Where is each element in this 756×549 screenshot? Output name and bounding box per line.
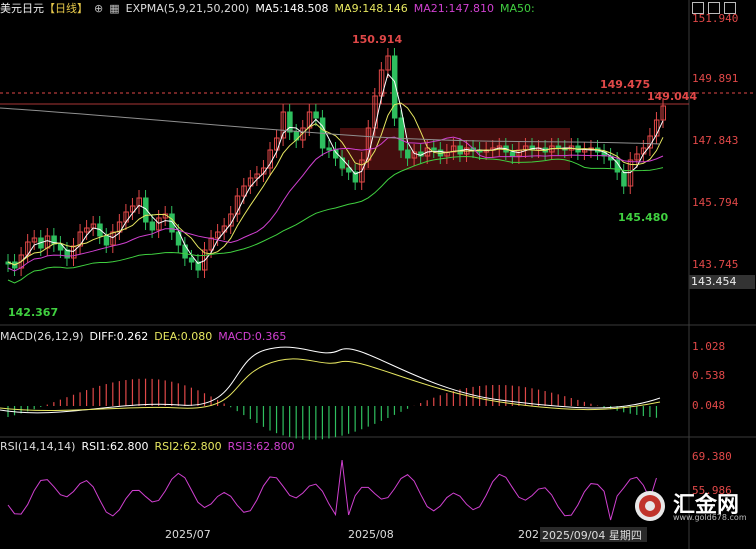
- logo-url: www.gold678.com: [673, 513, 747, 522]
- candle-body: [326, 147, 332, 151]
- candle-body: [313, 111, 319, 119]
- ma50-line: [7, 156, 664, 284]
- rsi1-value: RSI1:62.800: [81, 440, 149, 453]
- gold678-logo: 汇金网 www.gold678.com: [633, 487, 753, 525]
- macd-diff-line: [0, 346, 661, 414]
- current-price-box: 143.454: [689, 275, 755, 289]
- macd-macd: MACD:0.365: [218, 330, 287, 343]
- macd-panel: [0, 346, 661, 440]
- x-tick: 2025/07: [165, 528, 211, 541]
- candle-body: [398, 117, 404, 151]
- low-right-annotation: 145.480: [618, 211, 669, 224]
- candle-body: [103, 235, 110, 246]
- price-tick: 147.843: [692, 134, 739, 147]
- rsi-tick: 69.380: [692, 450, 732, 463]
- rsi-name[interactable]: RSI(14,14,14): [0, 440, 75, 453]
- price-tick: 145.794: [692, 196, 739, 209]
- rsi3-value: RSI3:62.800: [227, 440, 295, 453]
- candle-body: [509, 151, 516, 157]
- price-tick: 143.745: [692, 258, 739, 271]
- x-tick: 2025/08: [348, 528, 394, 541]
- candle-body: [143, 197, 149, 223]
- macd-tick: 1.028: [692, 340, 726, 353]
- macd-tick: 0.048: [692, 399, 726, 412]
- macd-header: MACD(26,12,9) DIFF:0.262 DEA:0.080 MACD:0.3…: [0, 330, 292, 343]
- macd-dea-line: [0, 358, 661, 412]
- candle-body: [405, 149, 411, 159]
- crosshair-date: 2025/09/04 星期四: [540, 527, 647, 542]
- candle-body: [188, 257, 195, 263]
- candle-body: [555, 145, 562, 149]
- macd-tick: 0.538: [692, 369, 726, 382]
- price-tick: 149.891: [692, 72, 739, 85]
- last-annotation: 149.044: [647, 90, 698, 103]
- rsi2-value: RSI2:62.800: [154, 440, 222, 453]
- price-tick: 151.940: [692, 12, 739, 25]
- candle-body: [149, 221, 156, 231]
- candle-body: [431, 147, 437, 151]
- low-left-annotation: 142.367: [8, 306, 59, 319]
- rsi-header: RSI(14,14,14) RSI1:62.800 RSI2:62.800 RSI3:…: [0, 440, 301, 453]
- candle-body: [621, 171, 627, 187]
- macd-name[interactable]: MACD(26,12,9): [0, 330, 84, 343]
- level-annotation: 149.475: [600, 78, 651, 91]
- rsi-line: [7, 459, 657, 521]
- high-annotation: 150.914: [352, 33, 403, 46]
- ma-lines: [0, 72, 664, 284]
- rsi-panel: [7, 459, 657, 521]
- logo-icon: [635, 491, 665, 521]
- macd-diff: DIFF:0.262: [89, 330, 149, 343]
- x-tick: 202: [518, 528, 539, 541]
- macd-dea: DEA:0.080: [154, 330, 213, 343]
